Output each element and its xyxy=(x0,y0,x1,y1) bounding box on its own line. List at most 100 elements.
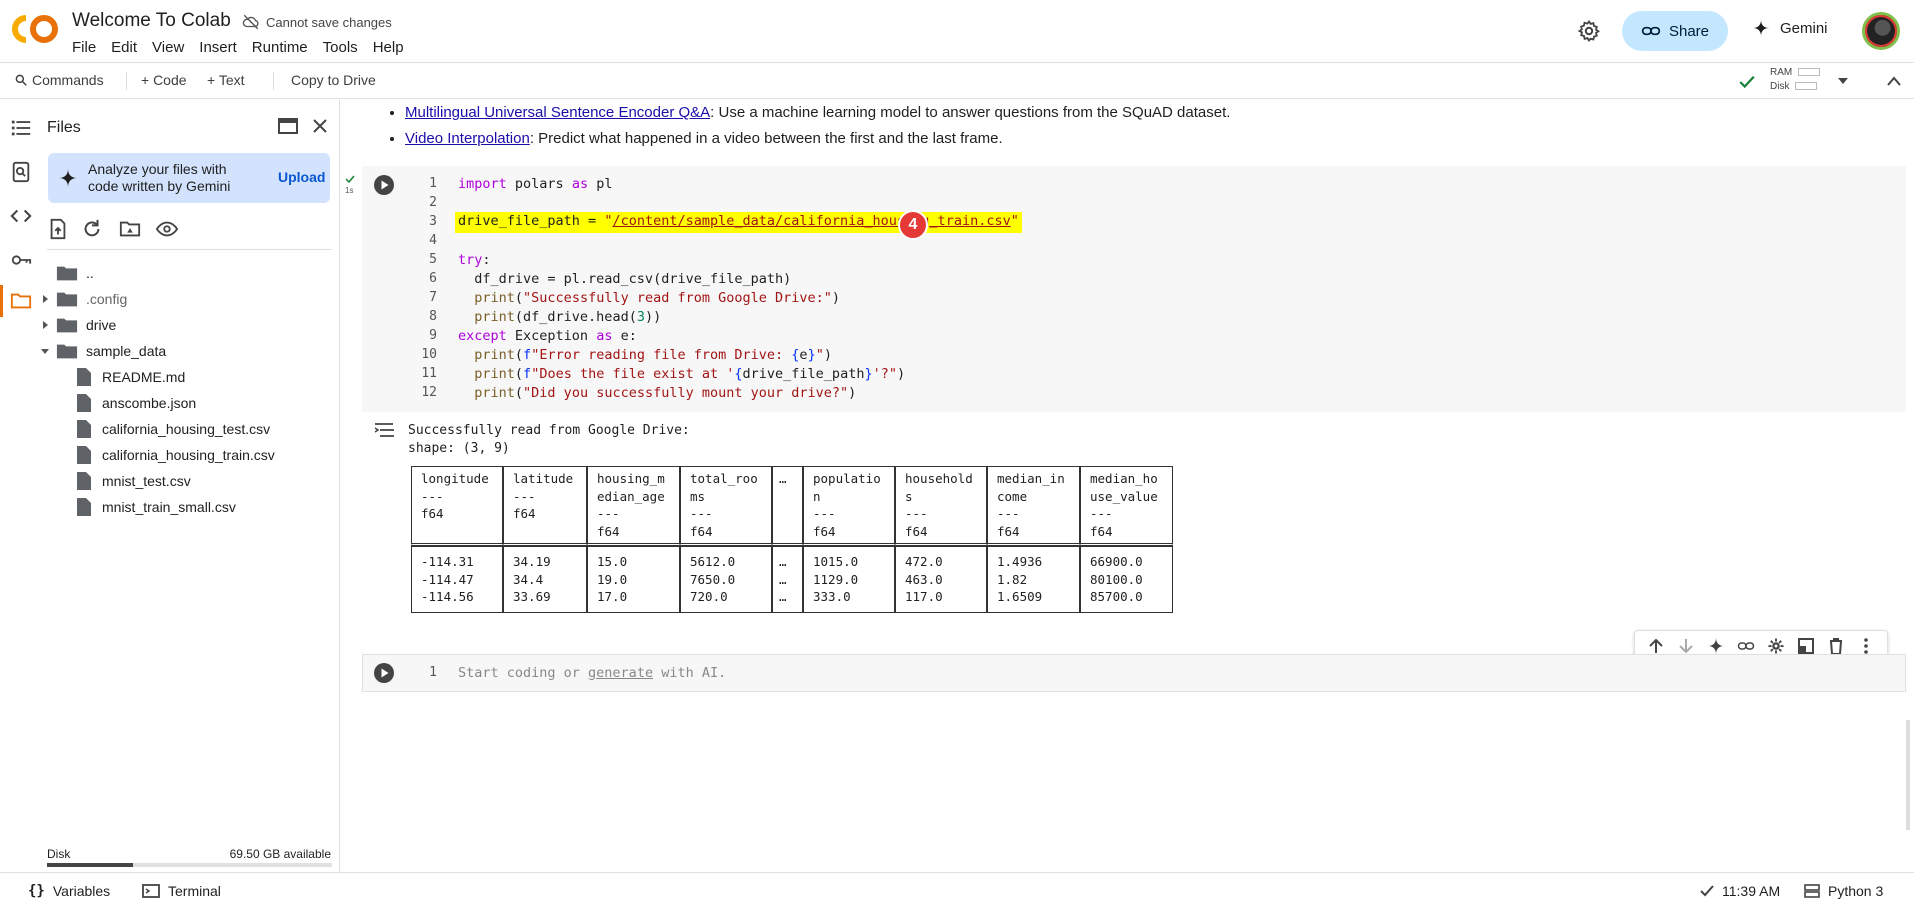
table-of-contents-icon[interactable] xyxy=(10,117,32,139)
file-icon xyxy=(77,498,91,516)
upload-button[interactable]: Upload xyxy=(278,169,325,185)
folder-icon xyxy=(56,318,78,333)
gemini-sparkle-icon[interactable] xyxy=(1707,637,1725,655)
open-in-tab-icon[interactable] xyxy=(278,117,298,135)
tree-item-file[interactable]: anscombe.json xyxy=(76,390,196,416)
code-line-highlighted: drive_file_path = "/content/sample_data/… xyxy=(455,212,1022,233)
run-cell-button[interactable] xyxy=(373,174,395,196)
line-number: 9 xyxy=(429,328,437,343)
empty-code-cell[interactable]: 1 Start coding or generate with AI. xyxy=(362,654,1906,692)
tree-item-file[interactable]: mnist_test.csv xyxy=(76,468,191,494)
cell-settings-gear-icon[interactable] xyxy=(1767,637,1785,655)
tree-item-config[interactable]: .config xyxy=(40,286,127,312)
line-number: 10 xyxy=(421,347,437,362)
upload-file-icon[interactable] xyxy=(47,218,69,240)
tree-item-parent[interactable]: .. xyxy=(56,260,94,286)
chevron-down-icon[interactable] xyxy=(40,346,50,356)
move-up-icon[interactable] xyxy=(1647,637,1665,655)
file-icon xyxy=(77,420,91,438)
tree-item-file[interactable]: california_housing_test.csv xyxy=(76,416,270,442)
menu-runtime[interactable]: Runtime xyxy=(252,39,317,56)
tree-item-drive[interactable]: drive xyxy=(40,312,116,338)
gemini-analyze-card[interactable]: Analyze your files with code written by … xyxy=(48,153,330,203)
tree-item-file[interactable]: README.md xyxy=(76,364,185,390)
line-number: 8 xyxy=(429,309,437,324)
share-button[interactable]: Share xyxy=(1622,11,1728,51)
generate-link[interactable]: generate xyxy=(588,665,653,681)
terminal-button[interactable]: Terminal xyxy=(142,883,221,899)
disk-usage-fill xyxy=(47,863,133,867)
show-hidden-eye-icon[interactable] xyxy=(156,218,178,240)
close-icon[interactable] xyxy=(312,118,328,134)
chevron-right-icon[interactable] xyxy=(40,294,50,304)
file-icon xyxy=(77,368,91,386)
disk-available: 69.50 GB available xyxy=(229,847,331,861)
code-line: print("Successfully read from Google Dri… xyxy=(474,290,841,306)
commands-button[interactable]: Commands xyxy=(14,72,104,88)
mirror-cell-icon[interactable] xyxy=(1797,637,1815,655)
find-replace-icon[interactable] xyxy=(10,161,32,183)
line-number: 4 xyxy=(429,233,437,248)
add-code-button[interactable]: + Code xyxy=(141,72,187,88)
code-snippets-icon[interactable] xyxy=(10,205,32,227)
menu-help[interactable]: Help xyxy=(373,39,413,56)
disk-usage-bar xyxy=(47,863,332,867)
tree-item-sample-data[interactable]: sample_data xyxy=(40,338,166,364)
code-cell[interactable]: 1 2 3 4 5 6 7 8 9 10 11 12 import polars… xyxy=(362,166,1906,412)
list-item: Multilingual Universal Sentence Encoder … xyxy=(405,100,1230,126)
add-text-button[interactable]: + Text xyxy=(207,72,245,88)
column-header: housing_m edian_age --- f64 xyxy=(587,466,680,546)
variables-button[interactable]: {} Variables xyxy=(28,883,110,899)
exec-time: 1s xyxy=(345,186,354,195)
cell-placeholder[interactable]: Start coding or generate with AI. xyxy=(458,665,726,681)
menu-file[interactable]: File xyxy=(72,39,105,56)
user-avatar[interactable] xyxy=(1862,12,1900,50)
menu-view[interactable]: View xyxy=(152,39,193,56)
chevron-down-icon[interactable] xyxy=(1836,76,1850,86)
refresh-icon[interactable] xyxy=(81,218,103,240)
gemini-card-text: Analyze your files with code written by … xyxy=(88,161,231,194)
table-cell: 66900.0 80100.0 85700.0 xyxy=(1080,546,1173,613)
more-options-icon[interactable] xyxy=(1857,637,1875,655)
colab-logo[interactable] xyxy=(12,14,58,44)
menu-tools[interactable]: Tools xyxy=(323,39,367,56)
code-line: import polars as pl xyxy=(458,176,613,192)
terminal-label: Terminal xyxy=(168,883,221,899)
table-cell: 34.19 34.4 33.69 xyxy=(503,546,587,613)
link-sentence-encoder[interactable]: Multilingual Universal Sentence Encoder … xyxy=(405,104,710,121)
files-folder-icon[interactable] xyxy=(10,290,32,312)
column-header: median_in come --- f64 xyxy=(987,466,1080,546)
file-icon xyxy=(77,472,91,490)
menu-edit[interactable]: Edit xyxy=(111,39,146,56)
file-icon xyxy=(77,394,91,412)
output-collapse-icon[interactable] xyxy=(374,422,396,438)
menu-insert[interactable]: Insert xyxy=(199,39,246,56)
disk-label: Disk xyxy=(47,847,71,861)
resource-monitor[interactable]: RAM Disk xyxy=(1770,66,1821,94)
secrets-key-icon[interactable] xyxy=(10,249,32,271)
link-video-interpolation[interactable]: Video Interpolation xyxy=(405,130,530,147)
mount-drive-icon[interactable] xyxy=(119,218,141,240)
link-icon[interactable] xyxy=(1737,637,1755,655)
tree-item-label: .config xyxy=(86,291,128,307)
runtime-button[interactable]: Python 3 xyxy=(1804,883,1883,899)
chevron-up-icon[interactable] xyxy=(1886,75,1902,87)
table-body-row: -114.31 -114.47 -114.56 34.19 34.4 33.69 15.… xyxy=(411,546,1173,613)
copy-to-drive-button[interactable]: Copy to Drive xyxy=(291,72,376,88)
scrollbar[interactable] xyxy=(1906,720,1910,830)
run-cell-button[interactable] xyxy=(373,662,395,684)
folder-up-icon xyxy=(56,266,78,281)
gemini-button[interactable]: Gemini xyxy=(1752,19,1828,37)
settings-gear-icon[interactable] xyxy=(1577,19,1601,43)
delete-icon[interactable] xyxy=(1827,637,1845,655)
move-down-icon[interactable] xyxy=(1677,637,1695,655)
notebook-title[interactable]: Welcome To Colab xyxy=(72,10,231,32)
dataframe-table: longitude --- f64 latitude --- f64 housing_m… xyxy=(411,466,1173,613)
line-number: 1 xyxy=(429,176,437,191)
tree-item-file[interactable]: mnist_train_small.csv xyxy=(76,494,236,520)
share-label: Share xyxy=(1668,22,1710,40)
save-status: Cannot save changes xyxy=(242,13,392,31)
chevron-right-icon[interactable] xyxy=(40,320,50,330)
tree-item-file[interactable]: california_housing_train.csv xyxy=(76,442,275,468)
gemini-label: Gemini xyxy=(1780,19,1828,37)
